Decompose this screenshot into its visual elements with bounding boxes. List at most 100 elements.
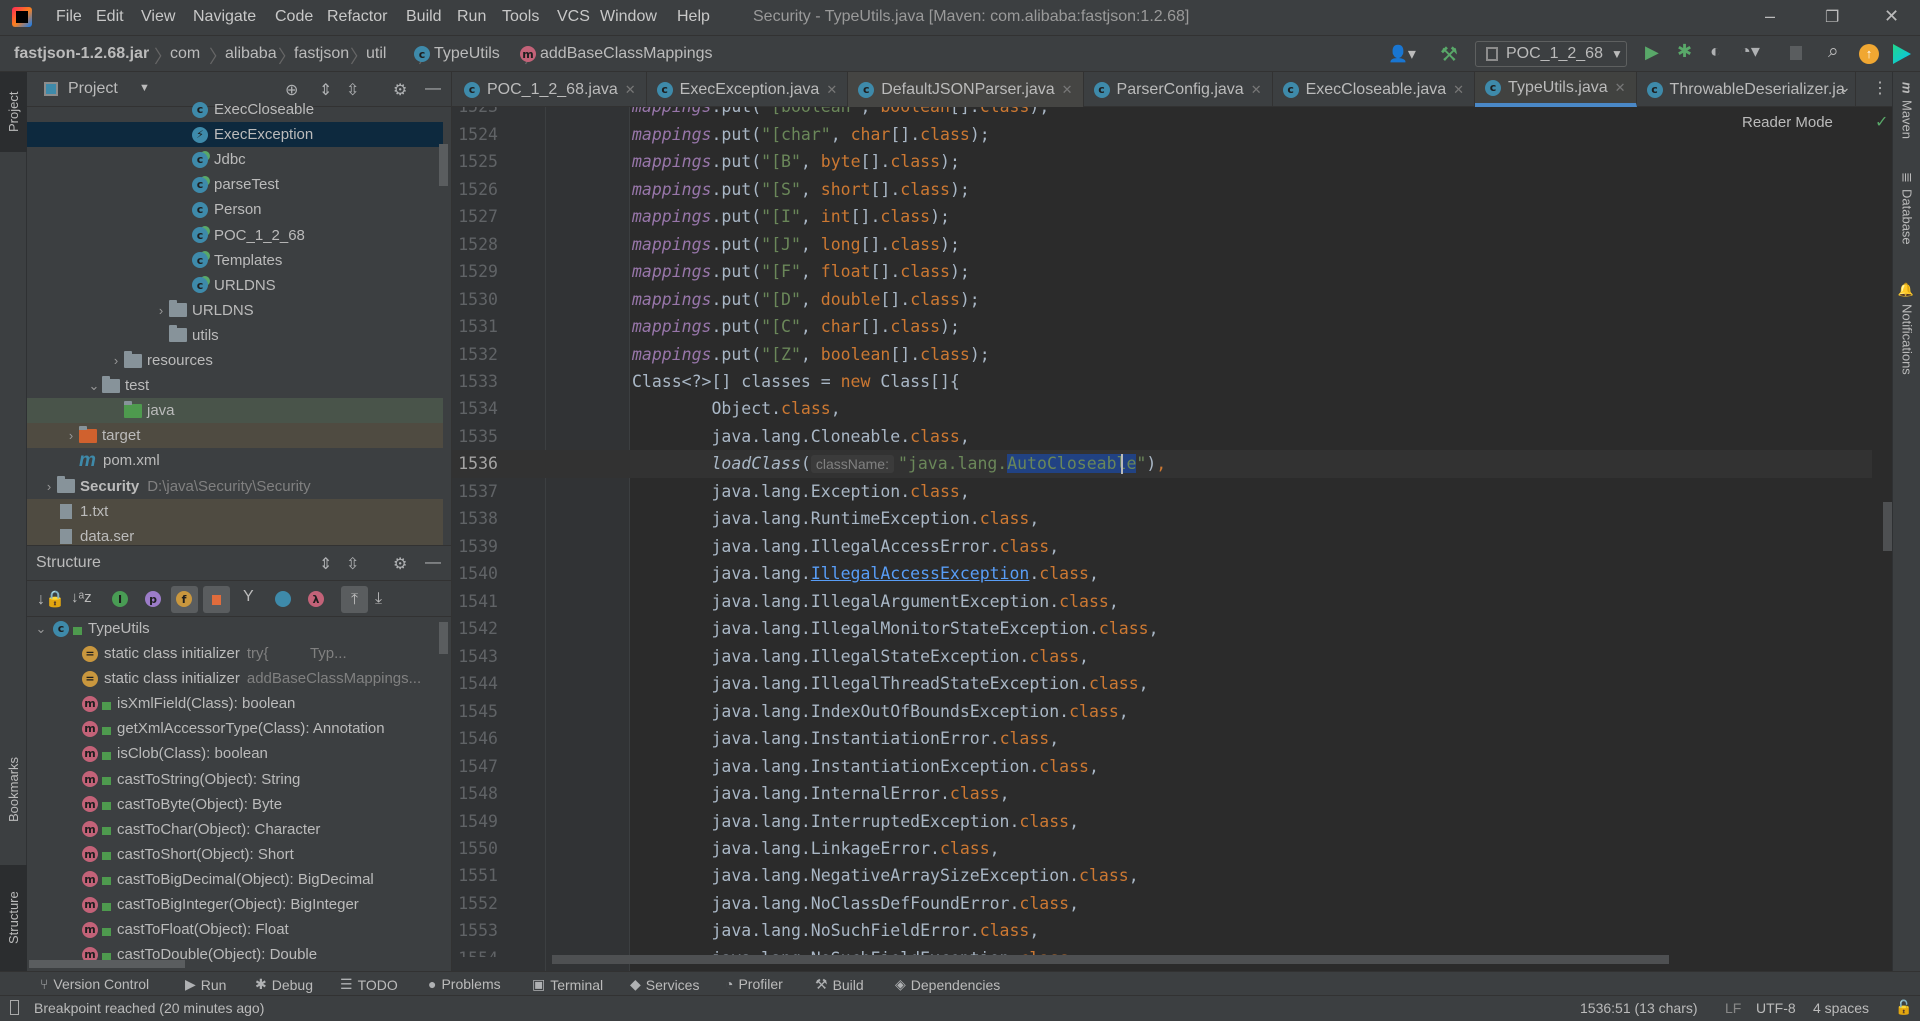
close-tab-icon[interactable]: ✕ <box>625 82 636 98</box>
show-fields-toggle[interactable]: f <box>171 586 198 613</box>
collapse-all-icon[interactable]: ⇳ <box>346 554 359 574</box>
structure-item[interactable]: m getXmlAccessorType(Class): Annotation <box>27 716 443 741</box>
editor-tab[interactable]: c TypeUtils.java ✕ <box>1475 72 1637 107</box>
structure-item[interactable]: m castToString(Object): String <box>27 767 443 792</box>
chevron-right-icon[interactable]: › <box>153 303 169 318</box>
structure-item[interactable]: m castToShort(Object): Short <box>27 842 443 867</box>
code-link[interactable]: IllegalAccessException <box>811 564 1030 583</box>
breadcrumb-item[interactable]: util <box>366 45 386 63</box>
todo-tool-button[interactable]: ☰ TODO <box>340 976 398 993</box>
breadcrumb-item[interactable]: com <box>170 45 200 63</box>
project-tree-item[interactable]: › target <box>27 423 443 449</box>
editor-tab[interactable]: c ParserConfig.java ✕ <box>1084 72 1273 107</box>
menu-tools[interactable]: Tools <box>502 8 539 26</box>
update-icon[interactable]: ↑ <box>1859 44 1879 64</box>
project-tree-item[interactable]: 1.txt <box>27 498 443 524</box>
structure-tool-tab[interactable]: Structure <box>0 865 27 971</box>
chevron-right-icon[interactable]: › <box>41 479 57 494</box>
autoscroll-from-source-icon[interactable]: ⤓ <box>375 590 382 608</box>
editor-h-scrollbar[interactable] <box>552 955 1669 964</box>
structure-item[interactable]: = static class initializer addBaseClassMap… <box>27 666 443 691</box>
minimize-panel-icon[interactable]: — <box>425 554 441 572</box>
close-button[interactable]: ✕ <box>1884 6 1899 27</box>
show-inherited-icon[interactable]: I <box>112 591 128 607</box>
breadcrumb-item[interactable]: fastjson-1.2.68.jar <box>14 45 149 63</box>
structure-item[interactable]: = static class initializer try{ Typ... <box>27 641 443 666</box>
structure-item[interactable]: m isXmlField(Class): boolean <box>27 691 443 716</box>
expand-all-icon[interactable]: ⇕ <box>319 554 332 574</box>
file-encoding[interactable]: UTF-8 <box>1756 1000 1796 1016</box>
show-anonymous-icon[interactable] <box>275 591 291 607</box>
editor-tab[interactable]: c POC_1_2_68.java ✕ <box>452 72 647 107</box>
status-toggle-icon[interactable] <box>10 1000 19 1015</box>
structure-item[interactable]: m castToBigDecimal(Object): BigDecimal <box>27 867 443 892</box>
project-tree-item[interactable]: › Security D:\java\Security\Security <box>27 474 443 499</box>
database-tool-tab[interactable]: ≣ Database <box>1893 172 1920 272</box>
menu-help[interactable]: Help <box>677 8 710 26</box>
breadcrumb-item[interactable]: alibaba <box>225 45 277 63</box>
editor-tab[interactable]: c ExecException.java ✕ <box>647 72 849 107</box>
structure-root[interactable]: ⌄ c TypeUtils <box>27 616 443 641</box>
project-scrollbar[interactable] <box>439 144 448 186</box>
terminal-tool-button[interactable]: ▣ Terminal <box>532 976 603 993</box>
show-lambdas-icon[interactable]: λ <box>308 591 324 607</box>
restore-button[interactable]: ❐ <box>1825 7 1839 27</box>
menu-refactor[interactable]: Refactor <box>327 8 387 26</box>
stop-icon[interactable] <box>1790 46 1802 60</box>
menu-run[interactable]: Run <box>457 8 486 26</box>
close-tab-icon[interactable]: ✕ <box>1453 82 1464 98</box>
breadcrumb-item[interactable]: TypeUtils <box>434 45 500 63</box>
menu-file[interactable]: File <box>56 8 82 26</box>
menu-navigate[interactable]: Navigate <box>193 8 256 26</box>
editor-v-scrollbar[interactable] <box>1883 502 1892 551</box>
project-tree-item[interactable]: utils <box>27 323 443 348</box>
structure-item[interactable]: m castToFloat(Object): Float <box>27 917 443 942</box>
project-tree-item[interactable]: c parseTest <box>27 172 443 197</box>
editor-tab[interactable]: c ThrowableDeserializer.ja <box>1637 72 1856 107</box>
debug-icon[interactable]: ✱ <box>1677 41 1692 62</box>
profiler-tool-button[interactable]: ◔ Profiler <box>725 976 783 992</box>
maven-tool-tab[interactable]: m Maven <box>1893 82 1920 152</box>
more-tabs-icon[interactable]: ⋮ <box>1872 78 1888 98</box>
debug-tool-button[interactable]: ✱ Debug <box>255 976 313 993</box>
menu-code[interactable]: Code <box>275 8 313 26</box>
indent-setting[interactable]: 4 spaces <box>1813 1000 1869 1016</box>
profile-icon[interactable]: ◔▾ <box>1740 41 1760 62</box>
problems-tool-button[interactable]: ● Problems <box>428 976 501 992</box>
build-tool-button[interactable]: ⚒ Build <box>815 976 864 993</box>
gear-icon[interactable]: ⚙ <box>393 554 407 574</box>
menu-vcs[interactable]: VCS <box>557 8 590 26</box>
close-tab-icon[interactable]: ✕ <box>1062 82 1073 98</box>
structure-item[interactable]: m castToChar(Object): Character <box>27 817 443 842</box>
project-tree-item[interactable]: › URLDNS <box>27 298 443 323</box>
line-separator[interactable]: LF <box>1725 1000 1741 1016</box>
structure-item[interactable]: m isClob(Class): boolean <box>27 741 443 766</box>
search-icon[interactable]: ⌕ <box>1828 41 1839 63</box>
version-control-tool-button[interactable]: ⑂ Version Control <box>40 976 149 992</box>
structure-item[interactable]: m castToByte(Object): Byte <box>27 792 443 817</box>
project-tree-item[interactable]: c ExecCloseable <box>27 97 443 122</box>
sort-by-visibility-icon[interactable]: ↓🔒 <box>37 589 65 609</box>
show-non-public-toggle[interactable] <box>203 586 230 613</box>
lock-status-icon[interactable]: 🔓 <box>1895 999 1912 1016</box>
menu-edit[interactable]: Edit <box>96 8 124 26</box>
project-tree-item[interactable]: ⚡ ExecException <box>27 122 443 148</box>
tabs-dropdown-icon[interactable]: ⌄ <box>1839 79 1851 96</box>
chevron-down-icon[interactable]: ⌄ <box>86 378 102 394</box>
run-config-select[interactable]: POC_1_2_68 ▼ <box>1475 41 1627 67</box>
chevron-right-icon[interactable]: › <box>108 353 124 368</box>
reader-mode-button[interactable]: Reader Mode <box>1742 114 1833 131</box>
code-area[interactable]: 1523mappings.put("[boolean", boolean[].c… <box>452 107 1872 957</box>
chevron-right-icon[interactable]: › <box>63 428 79 443</box>
project-tree-item[interactable]: c Jdbc <box>27 147 443 172</box>
project-view-selector[interactable]: Project <box>68 80 118 98</box>
run-tool-button[interactable]: ▶ Run <box>185 976 226 993</box>
bookmarks-tool-tab[interactable]: Bookmarks <box>0 732 27 847</box>
run-icon[interactable]: ▶ <box>1645 42 1659 63</box>
editor-tab[interactable]: c DefaultJSONParser.java ✕ <box>848 72 1084 107</box>
jetbrains-toolbox-icon[interactable] <box>1893 44 1911 64</box>
menu-build[interactable]: Build <box>406 8 442 26</box>
project-tree-item[interactable]: c URLDNS <box>27 273 443 298</box>
autoscroll-to-source-toggle[interactable]: ⤒ <box>341 586 368 613</box>
status-message[interactable]: Breakpoint reached (20 minutes ago) <box>34 1000 264 1016</box>
